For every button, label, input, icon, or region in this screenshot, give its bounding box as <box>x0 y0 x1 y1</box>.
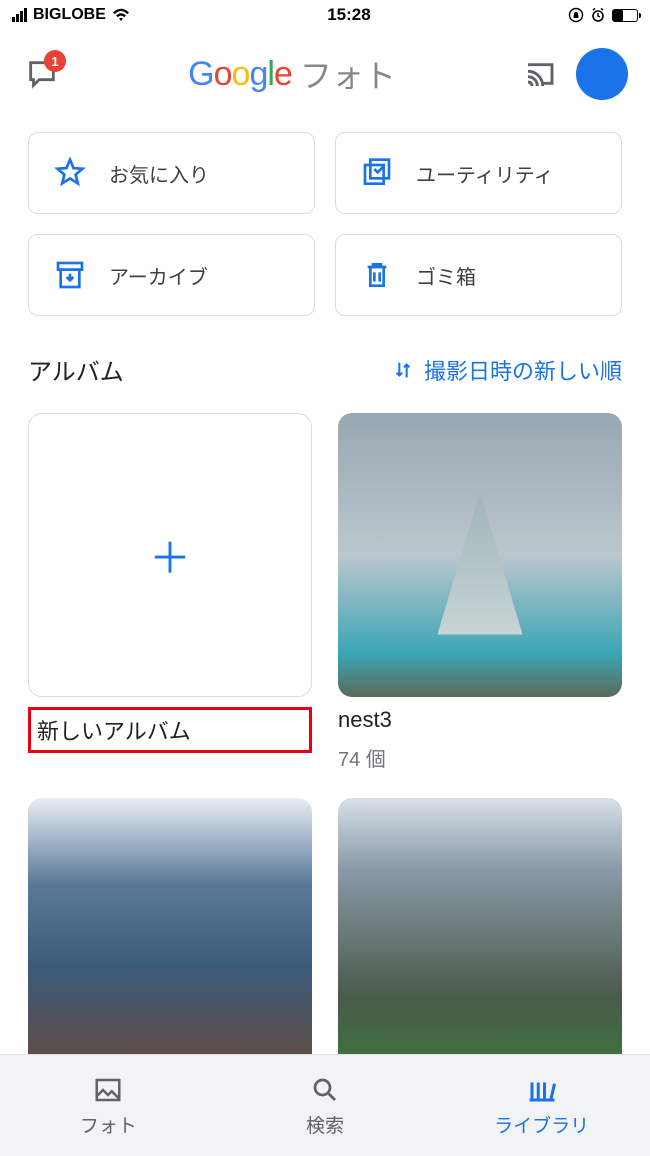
nav-photos[interactable]: フォト <box>0 1055 217 1156</box>
chat-badge: 1 <box>44 50 66 72</box>
app-title: Google フォト <box>80 51 504 97</box>
archive-icon <box>53 258 87 292</box>
section-title: アルバム <box>28 352 124 387</box>
category-label: お気に入り <box>109 159 209 188</box>
sort-label: 撮影日時の新しい順 <box>424 354 622 386</box>
sharing-button[interactable]: 1 <box>22 54 62 94</box>
nav-label: 検索 <box>306 1111 344 1138</box>
album-thumbnail <box>338 413 622 697</box>
sort-icon <box>392 359 414 381</box>
trash-icon <box>360 258 394 292</box>
category-label: ゴミ箱 <box>416 261 476 290</box>
star-icon <box>53 156 87 190</box>
album-thumbnail <box>28 798 312 1082</box>
new-album-button[interactable]: ＋ 新しいアルバム <box>28 413 312 772</box>
category-grid: お気に入り ユーティリティ アーカイブ ゴミ箱 <box>0 114 650 322</box>
favorites-button[interactable]: お気に入り <box>28 132 315 214</box>
nav-label: ライブラリ <box>494 1111 589 1138</box>
cast-button[interactable] <box>522 56 558 92</box>
signal-icon <box>12 8 27 22</box>
carrier-label: BIGLOBE <box>33 6 106 24</box>
search-icon <box>308 1073 342 1107</box>
album-count: 74 個 <box>338 743 622 772</box>
album-title: nest3 <box>338 707 622 733</box>
alarm-icon <box>590 7 606 23</box>
archive-button[interactable]: アーカイブ <box>28 234 315 316</box>
clock: 15:28 <box>130 5 568 25</box>
app-header: 1 Google フォト <box>0 30 650 114</box>
album-card[interactable] <box>28 798 312 1082</box>
nav-search[interactable]: 検索 <box>217 1055 434 1156</box>
albums-header: アルバム 撮影日時の新しい順 <box>0 322 650 401</box>
library-icon <box>525 1073 559 1107</box>
new-album-label: 新しいアルバム <box>28 707 312 753</box>
photo-icon <box>91 1073 125 1107</box>
battery-icon <box>612 9 638 22</box>
nav-library[interactable]: ライブラリ <box>433 1055 650 1156</box>
category-label: アーカイブ <box>109 261 208 290</box>
utility-icon <box>360 156 394 190</box>
bottom-nav: フォト 検索 ライブラリ <box>0 1054 650 1156</box>
album-card[interactable]: nest3 74 個 <box>338 413 622 772</box>
account-avatar[interactable] <box>576 48 628 100</box>
category-label: ユーティリティ <box>416 159 554 188</box>
orientation-lock-icon <box>568 7 584 23</box>
app-name-label: フォト <box>300 51 396 97</box>
album-grid: ＋ 新しいアルバム nest3 74 個 <box>0 401 650 1094</box>
album-card[interactable] <box>338 798 622 1082</box>
album-thumbnail <box>338 798 622 1082</box>
google-logo: Google <box>188 55 292 94</box>
trash-button[interactable]: ゴミ箱 <box>335 234 622 316</box>
utilities-button[interactable]: ユーティリティ <box>335 132 622 214</box>
nav-label: フォト <box>80 1111 137 1138</box>
wifi-icon <box>112 8 130 22</box>
sort-button[interactable]: 撮影日時の新しい順 <box>392 354 622 386</box>
plus-icon: ＋ <box>149 525 191 586</box>
status-bar: BIGLOBE 15:28 <box>0 0 650 30</box>
